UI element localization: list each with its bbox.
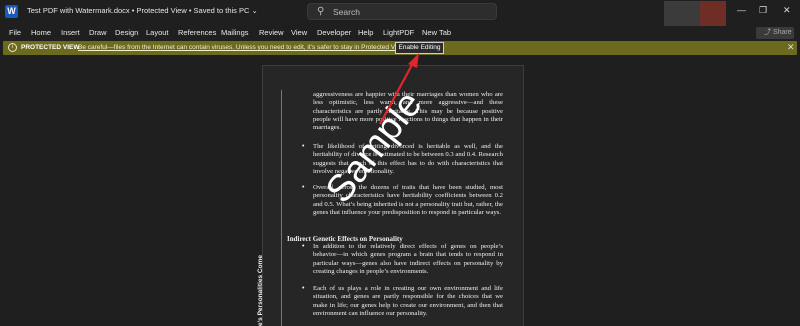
profile-avatar[interactable] — [700, 1, 726, 26]
search-icon: ⚲ — [317, 6, 325, 17]
paragraph-4: In addition to the relatively direct eff… — [313, 243, 503, 275]
protected-view-label: PROTECTED VIEW — [21, 44, 80, 51]
share-button[interactable]: ⤴ Share ⌄ — [756, 27, 794, 48]
menu-file[interactable]: File — [9, 28, 21, 37]
close-window-button[interactable]: ✕ — [783, 5, 791, 16]
protected-view-bar: i PROTECTED VIEW Be careful—files from t… — [3, 41, 797, 55]
bullet-1: • — [302, 143, 305, 150]
page-divider-line — [281, 90, 282, 326]
menu-insert[interactable]: Insert — [61, 28, 80, 37]
search-placeholder: Search — [333, 7, 360, 17]
menu-mailings[interactable]: Mailings — [221, 28, 249, 37]
menu-references[interactable]: References — [178, 28, 216, 37]
section-heading: Indirect Genetic Effects on Personality — [287, 235, 403, 243]
menu-layout[interactable]: Layout — [146, 28, 169, 37]
minimize-button[interactable]: — — [737, 5, 746, 15]
menu-new-tab[interactable]: New Tab — [422, 28, 451, 37]
paragraph-5: Each of us plays a role in creating our … — [313, 285, 503, 317]
enable-editing-button[interactable]: Enable Editing — [395, 42, 444, 54]
bullet-2: • — [302, 184, 305, 191]
document-title[interactable]: Test PDF with Watermark.docx • Protected… — [27, 6, 258, 15]
menu-view[interactable]: View — [291, 28, 307, 37]
word-logo-icon[interactable]: W — [5, 5, 18, 18]
bullet-4: • — [302, 285, 305, 292]
menu-design[interactable]: Design — [115, 28, 138, 37]
maximize-button[interactable]: ❐ — [759, 5, 767, 16]
menu-draw[interactable]: Draw — [89, 28, 107, 37]
profile-area[interactable] — [664, 1, 726, 26]
title-bar: W Test PDF with Watermark.docx • Protect… — [0, 0, 800, 26]
menu-review[interactable]: Review — [259, 28, 284, 37]
protected-view-message[interactable]: Be careful—files from the Internet can c… — [78, 44, 406, 51]
menu-developer[interactable]: Developer — [317, 28, 351, 37]
info-icon: i — [8, 43, 17, 52]
close-icon[interactable]: ✕ — [787, 42, 795, 53]
menu-home[interactable]: Home — [31, 28, 51, 37]
menu-lightpdf[interactable]: LightPDF — [383, 28, 414, 37]
ribbon-menu-bar: File Home Insert Draw Design Layout Refe… — [0, 26, 800, 41]
search-box[interactable]: ⚲ Search — [307, 3, 497, 20]
bullet-3: • — [302, 243, 305, 250]
side-heading: e’s Personalities Come — [257, 255, 264, 326]
menu-help[interactable]: Help — [358, 28, 373, 37]
